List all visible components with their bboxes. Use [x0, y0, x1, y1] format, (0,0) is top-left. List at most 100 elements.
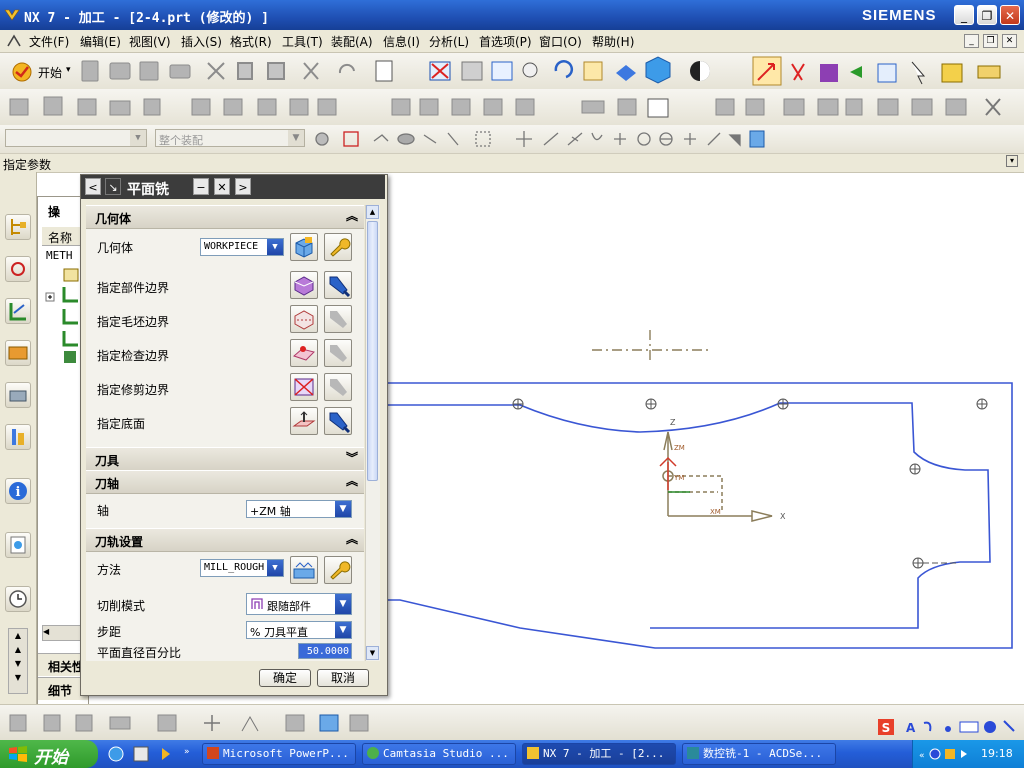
type-filter-arrow-icon[interactable]: ▼ — [130, 130, 146, 146]
blank-boundary-select-button[interactable] — [290, 305, 318, 333]
assembly-navigator-tab[interactable] — [5, 214, 31, 240]
dialog-title-bar[interactable]: < ↘ 平面铣 − ✕ > — [81, 175, 385, 199]
close-button[interactable]: ✕ — [1000, 5, 1020, 25]
machining-toolbar-icons[interactable] — [6, 93, 1020, 121]
trim-boundary-select-button[interactable] — [290, 373, 318, 401]
chevron-up-icon[interactable]: ︽ — [344, 473, 360, 489]
tool-library-tab[interactable] — [5, 424, 31, 450]
chevron-up-icon[interactable]: ︽ — [344, 208, 360, 224]
task-nx[interactable]: NX 7 - 加工 - [2... — [522, 743, 676, 765]
ok-button[interactable]: 确定 — [259, 669, 311, 687]
axis-dropdown-icon[interactable]: ▼ — [335, 501, 351, 517]
doc-close-button[interactable]: ✕ — [1002, 34, 1017, 48]
menu-file[interactable]: 文件(F) — [29, 33, 69, 50]
menu-view[interactable]: 视图(V) — [129, 33, 171, 50]
cut-mode-dropdown-icon[interactable]: ▼ — [335, 594, 351, 614]
cut-mode-select[interactable]: 跟随部件 ▼ — [246, 593, 352, 615]
part-boundary-select-button[interactable] — [290, 271, 318, 299]
maximize-button[interactable]: ❐ — [977, 5, 997, 25]
os-start-button[interactable]: 开始 — [0, 740, 98, 768]
new-method-button[interactable] — [290, 556, 318, 584]
bottom-toolbar-icons[interactable] — [6, 711, 406, 735]
menu-preferences[interactable]: 首选项(P) — [479, 33, 532, 50]
cancel-button[interactable]: 取消 — [317, 669, 369, 687]
constraint-navigator-tab[interactable] — [5, 256, 31, 282]
ime-toolbar-icons[interactable]: S A — [876, 717, 1020, 737]
menu-window[interactable]: 窗口(O) — [539, 33, 582, 50]
standard-toolbar-icons[interactable] — [78, 53, 748, 89]
selection-toolbar-icons[interactable] — [752, 56, 1022, 88]
menu-insert[interactable]: 插入(S) — [181, 33, 222, 50]
doc-minimize-button[interactable]: _ — [964, 34, 979, 48]
operation-navigator-tab[interactable] — [5, 298, 31, 324]
dialog-reset-icon[interactable]: ↘ — [105, 178, 121, 195]
task-camtasia[interactable]: Camtasia Studio ... — [362, 743, 516, 765]
quick-launch-icons[interactable]: » — [106, 744, 196, 764]
edit-method-button[interactable] — [324, 556, 352, 584]
chevron-up-icon[interactable]: ︽ — [344, 531, 360, 547]
path-settings-group-header[interactable]: 刀轨设置 ︽ — [86, 528, 364, 552]
menu-analysis[interactable]: 分析(L) — [429, 33, 469, 50]
start-menu-button[interactable]: 开始 — [38, 64, 62, 81]
check-boundary-display-button[interactable] — [324, 339, 352, 367]
status-menu-icon[interactable]: ▾ — [1006, 155, 1018, 167]
tree-root-method[interactable]: METH — [46, 249, 73, 262]
dialog-forward-button[interactable]: > — [235, 178, 251, 195]
svg-text:A: A — [906, 721, 916, 735]
svg-text:i: i — [16, 485, 21, 500]
dialog-collapse-button[interactable]: − — [193, 178, 209, 195]
menu-edit[interactable]: 编辑(E) — [80, 33, 121, 50]
machining-feature-tab[interactable] — [5, 382, 31, 408]
geometry-group-header[interactable]: 几何体 ︽ — [86, 205, 364, 229]
part-view[interactable]: Z X ZM YM XM — [384, 196, 1024, 704]
flat-diameter-percent-input[interactable]: 50.0000 — [298, 643, 352, 659]
dialog-back-button[interactable]: < — [85, 178, 101, 195]
assembly-filter-combo[interactable]: 整个装配 ▼ — [155, 129, 305, 147]
geometry-select[interactable]: WORKPIECE ▼ — [200, 238, 284, 256]
start-icon[interactable] — [10, 61, 34, 83]
floor-display-button[interactable] — [324, 407, 352, 435]
stepover-dropdown-icon[interactable]: ▼ — [335, 622, 351, 638]
web-browser-tab[interactable] — [5, 532, 31, 558]
scroll-up-icon[interactable]: ▲ — [366, 205, 379, 219]
menu-help[interactable]: 帮助(H) — [592, 33, 634, 50]
tray-icons[interactable]: « — [917, 746, 975, 762]
menu-assembly[interactable]: 装配(A) — [331, 33, 373, 50]
tool-group-header[interactable]: 刀具 ︾ — [86, 447, 364, 471]
resource-scrollbar[interactable]: ▲ ▲ ▼ ▼ — [8, 628, 28, 694]
menu-format[interactable]: 格式(R) — [230, 33, 272, 50]
snap-point-icons[interactable] — [310, 127, 770, 151]
start-dropdown-icon[interactable]: ▾ — [66, 65, 71, 75]
type-filter-combo[interactable]: ▼ — [5, 129, 147, 147]
menu-tools[interactable]: 工具(T) — [282, 33, 323, 50]
info-tab[interactable]: i — [5, 478, 31, 504]
dialog-scrollbar[interactable]: ▲ ▼ — [365, 205, 380, 661]
method-select[interactable]: MILL_ROUGH ▼ — [200, 559, 284, 577]
graphics-window[interactable]: Z X ZM YM XM — [366, 196, 1024, 704]
floor-select-button[interactable] — [290, 407, 318, 435]
scroll-thumb[interactable] — [367, 221, 378, 481]
nx-menu-icon[interactable] — [6, 33, 22, 49]
edit-geometry-button[interactable] — [324, 233, 352, 261]
new-geometry-button[interactable] — [290, 233, 318, 261]
blank-boundary-display-button[interactable] — [324, 305, 352, 333]
tool-axis-group-header[interactable]: 刀轴 ︽ — [86, 470, 364, 494]
trim-boundary-display-button[interactable] — [324, 373, 352, 401]
stepover-select[interactable]: % 刀具平直 ▼ — [246, 621, 352, 639]
geometry-dropdown-icon[interactable]: ▼ — [267, 239, 283, 255]
scroll-down-icon[interactable]: ▼ — [366, 646, 379, 660]
axis-select[interactable]: +ZM 轴 ▼ — [246, 500, 352, 518]
minimize-button[interactable]: _ — [954, 5, 974, 25]
dialog-close-button[interactable]: ✕ — [214, 178, 230, 195]
method-dropdown-icon[interactable]: ▼ — [267, 560, 283, 576]
doc-restore-button[interactable]: ❐ — [983, 34, 998, 48]
menu-info[interactable]: 信息(I) — [383, 33, 420, 50]
check-boundary-select-button[interactable] — [290, 339, 318, 367]
history-tab[interactable] — [5, 586, 31, 612]
assembly-filter-arrow-icon[interactable]: ▼ — [288, 130, 304, 146]
chevron-down-icon[interactable]: ︾ — [344, 450, 360, 466]
task-powerpoint[interactable]: Microsoft PowerP... — [202, 743, 356, 765]
task-acdsee[interactable]: 数控铣-1 - ACDSe... — [682, 743, 836, 765]
part-boundary-display-button[interactable] — [324, 271, 352, 299]
machine-tool-tab[interactable] — [5, 340, 31, 366]
